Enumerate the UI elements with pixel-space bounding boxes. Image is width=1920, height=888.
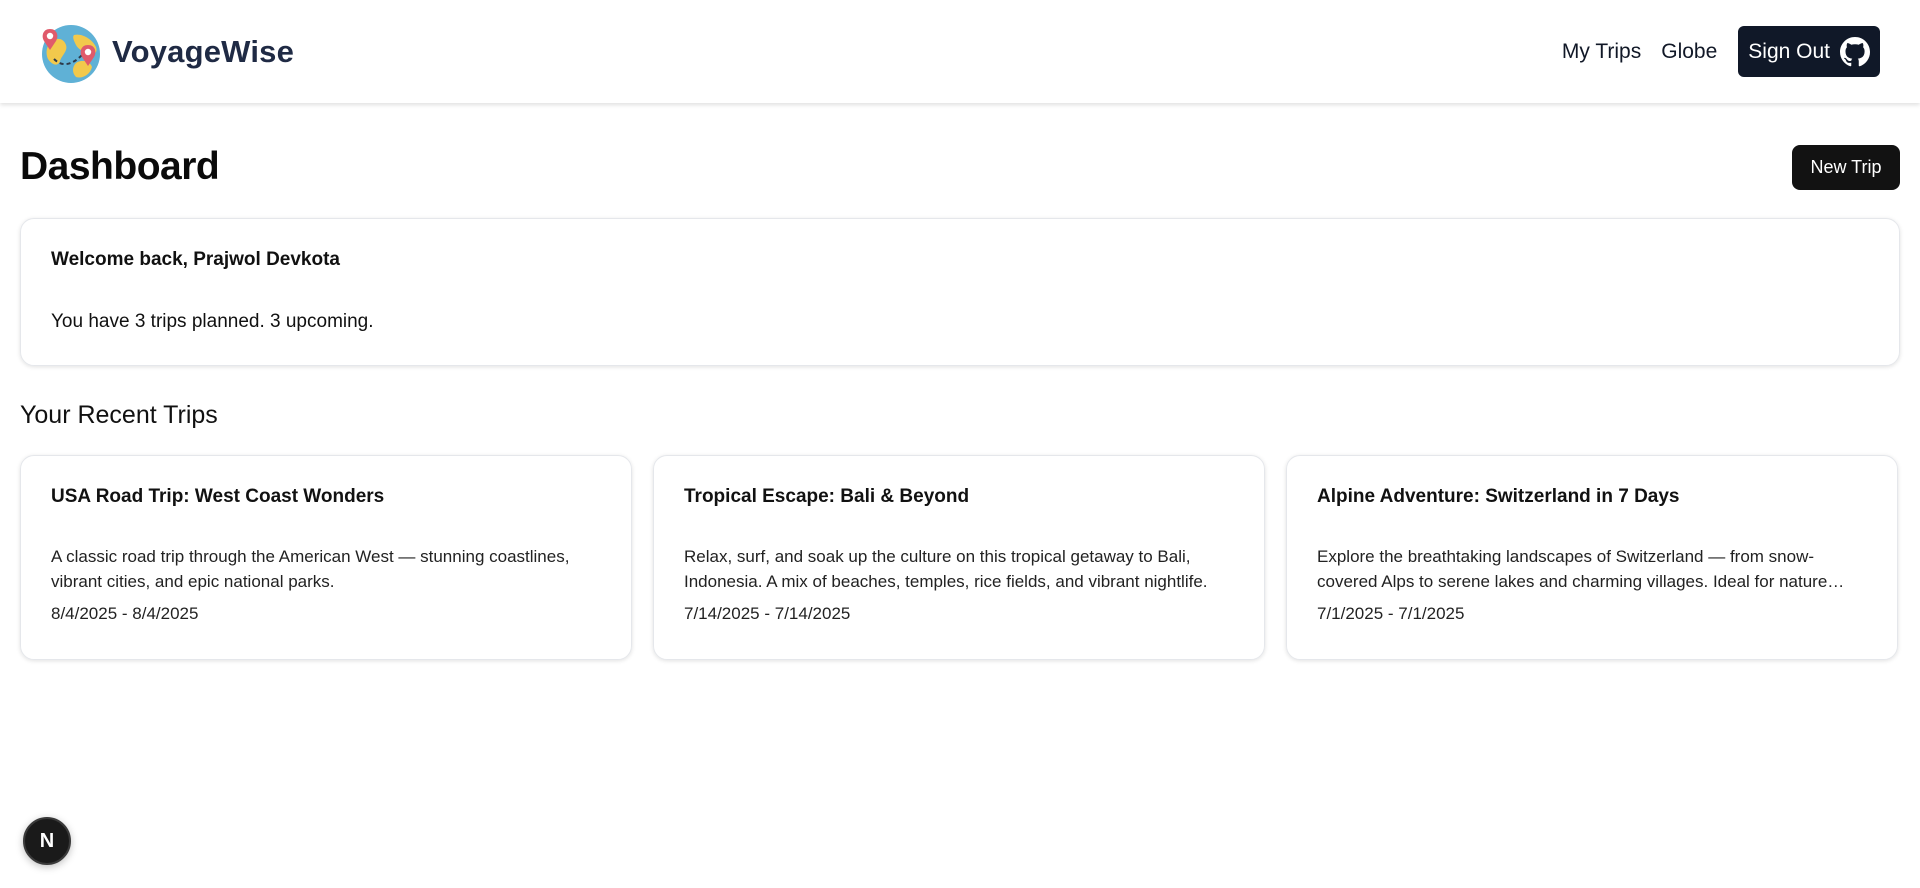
- welcome-text: You have 3 trips planned. 3 upcoming.: [51, 311, 374, 332]
- github-icon: [1840, 36, 1870, 66]
- globe-map-pin-icon: [42, 24, 100, 83]
- trip-description: A classic road trip through the American…: [51, 547, 570, 591]
- sign-out-label: Sign Out: [1748, 39, 1830, 63]
- trip-card[interactable]: Tropical Escape: Bali & Beyond Relax, su…: [653, 455, 1265, 660]
- recent-trips-list: USA Road Trip: West Coast Wonders A clas…: [20, 455, 1900, 660]
- title-row: Dashboard New Trip: [20, 144, 1900, 190]
- nav-link-globe[interactable]: Globe: [1661, 40, 1717, 64]
- trip-card[interactable]: USA Road Trip: West Coast Wonders A clas…: [20, 455, 632, 660]
- trip-title: Alpine Adventure: Switzerland in 7 Days: [1317, 486, 1680, 507]
- page-title: Dashboard: [20, 145, 220, 188]
- dev-badge-label: N: [39, 829, 55, 852]
- welcome-title: Welcome back, Prajwol Devkota: [51, 249, 340, 270]
- main-nav: My Trips Globe Sign Out: [1562, 26, 1880, 77]
- trip-dates: 7/14/2025 - 7/14/2025: [684, 604, 851, 623]
- top-navbar: VoyageWise My Trips Globe Sign Out: [0, 0, 1920, 103]
- trip-description: Explore the breathtaking landscapes of S…: [1317, 547, 1828, 591]
- trip-title: USA Road Trip: West Coast Wonders: [51, 486, 385, 507]
- nav-link-my-trips[interactable]: My Trips: [1562, 40, 1641, 64]
- trip-card[interactable]: Alpine Adventure: Switzerland in 7 Days …: [1286, 455, 1898, 660]
- trip-title: Tropical Escape: Bali & Beyond: [684, 486, 970, 507]
- brand-name: VoyageWise: [112, 33, 295, 69]
- new-trip-button[interactable]: New Trip: [1792, 144, 1900, 190]
- welcome-card: Welcome back, Prajwol Devkota You have 3…: [20, 218, 1900, 366]
- nextjs-icon[interactable]: N: [23, 817, 71, 865]
- trip-dates: 8/4/2025 - 8/4/2025: [51, 604, 199, 623]
- trip-description: Relax, surf, and soak up the culture on …: [684, 547, 1208, 591]
- dashboard-main: Dashboard New Trip Welcome back, Prajwol…: [20, 103, 1900, 660]
- recent-trips-title: Your Recent Trips: [20, 401, 218, 429]
- sign-out-button[interactable]: Sign Out: [1738, 26, 1880, 77]
- brand[interactable]: VoyageWise: [38, 19, 294, 85]
- trip-dates: 7/1/2025 - 7/1/2025: [1317, 604, 1465, 623]
